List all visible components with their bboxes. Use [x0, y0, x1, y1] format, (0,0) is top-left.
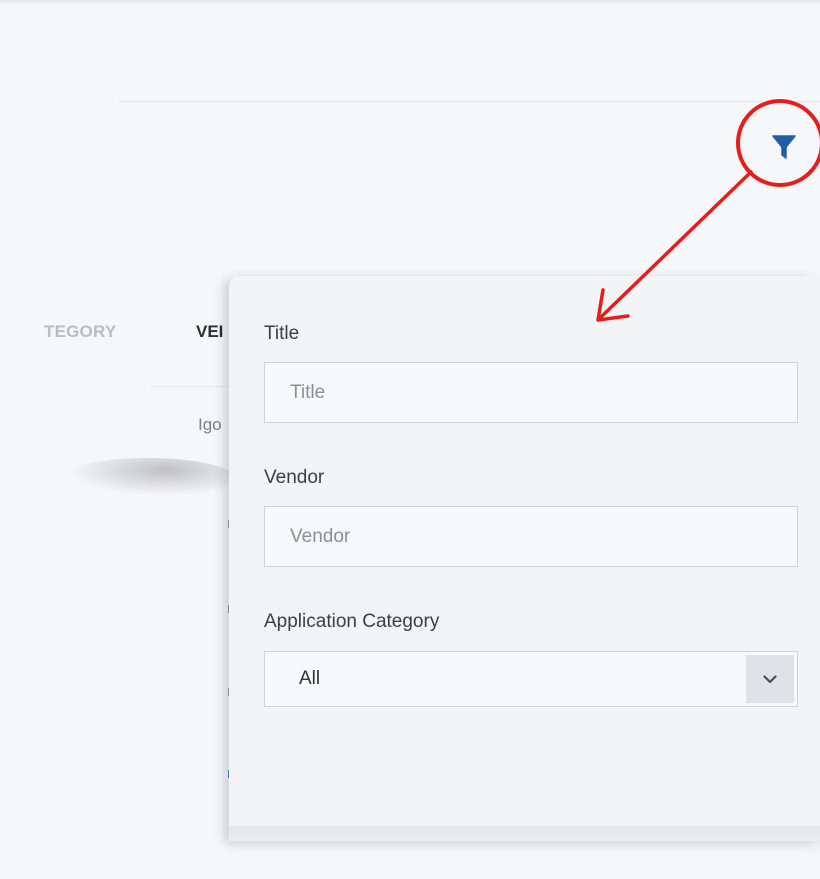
title-field-label: Title [264, 323, 300, 344]
table-header-divider [150, 386, 230, 387]
filter-icon [772, 135, 796, 159]
chevron-down-icon [763, 674, 777, 683]
column-header-category[interactable]: TEGORY [44, 322, 116, 342]
application-category-value: All [299, 668, 321, 689]
header-divider [118, 101, 820, 102]
filter-button[interactable] [766, 129, 802, 165]
select-dropdown-button[interactable] [746, 655, 794, 703]
column-header-vendor[interactable]: VEI [196, 322, 228, 342]
dropdown-shadow [60, 458, 235, 498]
table-cell-vendor: Igo [198, 415, 222, 434]
vendor-field-label: Vendor [264, 467, 325, 488]
filter-panel-edge [229, 826, 820, 856]
vendor-input[interactable] [264, 506, 798, 567]
title-input[interactable] [264, 362, 798, 423]
top-border [0, 0, 820, 6]
application-category-select[interactable]: All [264, 651, 798, 707]
application-category-label: Application Category [264, 611, 440, 632]
